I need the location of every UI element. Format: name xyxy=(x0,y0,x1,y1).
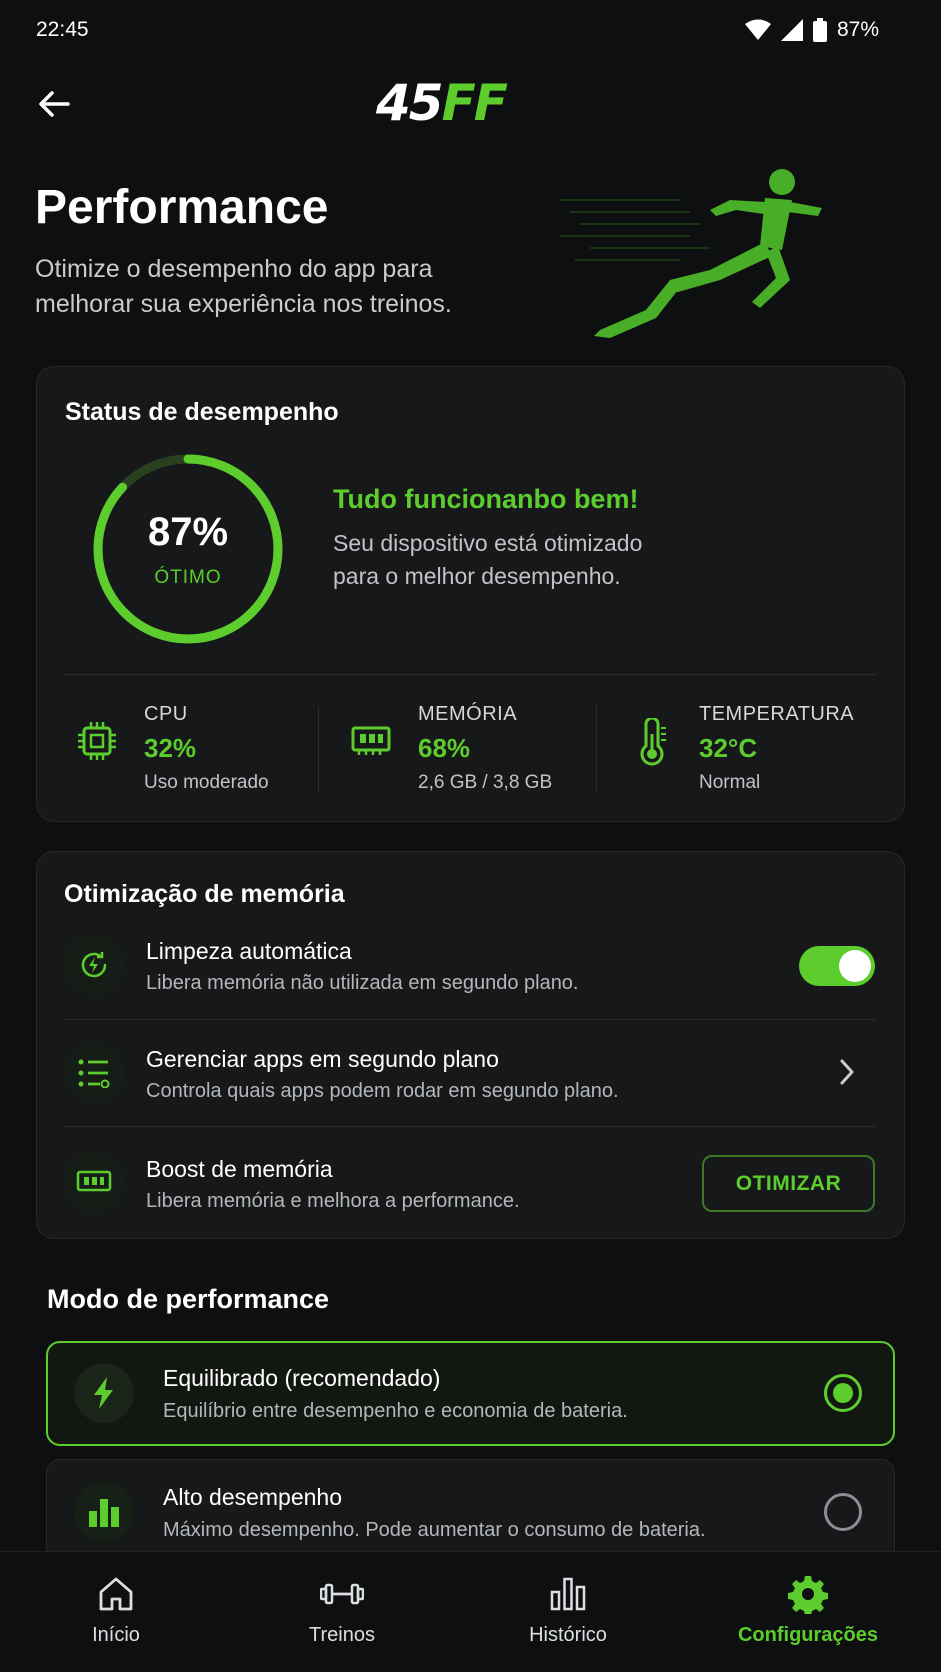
auto-clean-icon xyxy=(81,952,107,978)
manage-apps-desc: Controla quais apps podem rodar em segun… xyxy=(146,1080,619,1102)
cpu-value: 32% xyxy=(144,733,197,763)
subtitle-line-2: melhorar sua experiência nos treinos. xyxy=(35,290,452,318)
bottom-navigation: Início Treinos Histórico Configurações xyxy=(0,1551,941,1672)
status-desc-line-2: para o melhor desempenho. xyxy=(333,563,621,589)
optimize-button[interactable]: OTIMIZAR xyxy=(702,1155,875,1212)
nav-label-settings: Configurações xyxy=(737,1624,879,1646)
mode-balanced-radio[interactable] xyxy=(824,1374,862,1412)
runner-illustration xyxy=(560,169,822,338)
status-card-title: Status de desempenho xyxy=(65,398,339,426)
mode-high-radio[interactable] xyxy=(824,1493,862,1531)
bar-chart-icon xyxy=(550,1577,586,1611)
mode-balanced-option[interactable] xyxy=(46,1341,895,1446)
bolt-icon-wrap xyxy=(74,1363,134,1423)
manage-apps-title: Gerenciar apps em segundo plano xyxy=(146,1046,499,1072)
cpu-sub: Uso moderado xyxy=(144,772,269,793)
arrow-left-icon xyxy=(39,91,70,117)
mode-balanced-title: Equilibrado (recomendado) xyxy=(163,1365,441,1391)
auto-clean-desc: Libera memória não utilizada em segundo … xyxy=(146,972,579,994)
boost-title: Boost de memória xyxy=(146,1156,333,1182)
lightning-bolt-icon xyxy=(94,1377,113,1409)
gear-icon xyxy=(788,1576,828,1614)
memory-label: MEMÓRIA xyxy=(418,703,518,725)
mode-high-desc: Máximo desempenho. Pode aumentar o consu… xyxy=(163,1519,706,1541)
page-subtitle: Otimize o desempenho do app para melhora… xyxy=(35,252,555,322)
metric-divider xyxy=(318,706,319,792)
temperature-label: TEMPERATURA xyxy=(699,703,855,725)
thermometer-icon xyxy=(640,718,666,766)
app-logo: 45FF xyxy=(376,76,566,130)
status-headline: Tudo funcionanbo bem! xyxy=(333,484,639,514)
back-button[interactable] xyxy=(32,82,76,126)
temperature-value: 32°C xyxy=(699,733,758,763)
cpu-label: CPU xyxy=(144,703,188,725)
list-settings-icon xyxy=(78,1059,110,1088)
status-time: 22:45 xyxy=(36,18,89,41)
toggle-knob xyxy=(839,950,871,982)
row-divider xyxy=(64,1126,876,1127)
status-desc-line-1: Seu dispositivo está otimizado xyxy=(333,530,643,556)
list-icon-wrap xyxy=(64,1043,124,1103)
mode-high-title: Alto desempenho xyxy=(163,1484,343,1510)
signal-icon xyxy=(780,19,803,41)
memory-value: 68% xyxy=(418,733,471,763)
nav-item-settings[interactable]: Configurações xyxy=(728,1552,888,1672)
nav-label-workouts: Treinos xyxy=(309,1624,375,1646)
nav-item-history[interactable]: Histórico xyxy=(504,1552,632,1672)
temperature-sub: Normal xyxy=(699,772,761,793)
memory-sub: 2,6 GB / 3,8 GB xyxy=(418,772,553,793)
boost-icon-wrap xyxy=(64,1152,124,1212)
battery-icon xyxy=(812,18,827,42)
logo-accent: FF xyxy=(441,74,508,132)
status-description: Seu dispositivo está otimizado para o me… xyxy=(333,527,733,593)
auto-clean-title: Limpeza automática xyxy=(146,938,352,964)
auto-clean-toggle[interactable] xyxy=(799,946,875,986)
score-percent: 87% xyxy=(147,510,229,554)
battery-level: 87% xyxy=(836,18,879,41)
score-label: ÓTIMO xyxy=(154,567,222,588)
bar-chart-icon xyxy=(89,1499,119,1527)
page-title: Performance xyxy=(35,181,329,234)
status-divider xyxy=(64,674,876,675)
nav-label-home: Início xyxy=(92,1624,140,1646)
home-icon xyxy=(99,1577,133,1611)
manage-background-apps-row[interactable] xyxy=(36,1020,905,1126)
cpu-chip-icon xyxy=(78,722,116,760)
performance-mode-title: Modo de performance xyxy=(47,1284,330,1314)
metric-divider xyxy=(596,706,597,792)
boost-desc: Libera memória e melhora a performance. xyxy=(146,1190,520,1212)
radio-dot xyxy=(833,1383,853,1403)
memory-card-title: Otimização de memória xyxy=(64,880,345,908)
logo-main: 45 xyxy=(376,74,444,132)
nav-item-workouts[interactable]: Treinos xyxy=(278,1552,406,1672)
nav-item-home[interactable]: Início xyxy=(52,1552,180,1672)
bars-icon-wrap xyxy=(74,1482,134,1542)
mode-balanced-desc: Equilíbrio entre desempenho e economia d… xyxy=(163,1400,628,1422)
chevron-right-icon xyxy=(840,1059,854,1085)
memory-boost-icon xyxy=(76,1170,112,1192)
memory-ram-icon xyxy=(351,726,391,755)
subtitle-line-1: Otimize o desempenho do app para xyxy=(35,255,433,283)
dumbbell-icon xyxy=(320,1583,364,1605)
status-icons: 87% xyxy=(744,18,879,42)
auto-clean-icon-wrap xyxy=(64,935,124,995)
nav-label-history: Histórico xyxy=(529,1624,607,1646)
wifi-icon xyxy=(744,19,771,40)
